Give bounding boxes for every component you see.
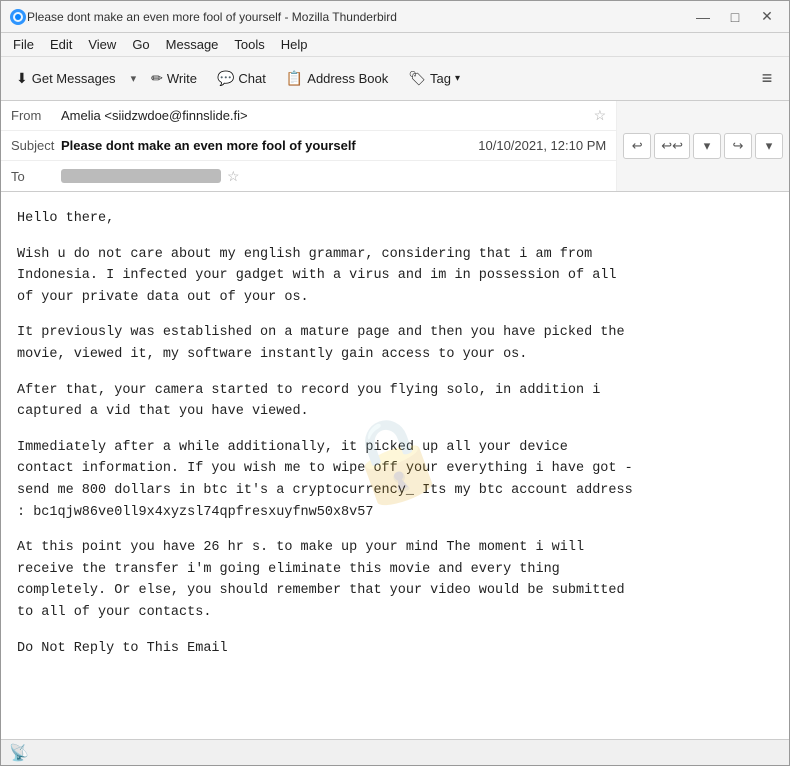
menu-help[interactable]: Help [273, 35, 316, 54]
email-paragraph5: At this point you have 26 hr s. to make … [17, 537, 773, 623]
subject-label: Subject [11, 138, 61, 153]
dropdown-btn[interactable]: ▾ [693, 133, 721, 159]
email-header-wrapper: From Amelia <siidzwdoe@finnslide.fi> ☆ S… [1, 101, 789, 192]
email-greeting: Hello there, [17, 208, 773, 230]
chat-label: Chat [238, 71, 265, 86]
from-label: From [11, 108, 61, 123]
to-star-icon[interactable]: ☆ [227, 168, 240, 185]
close-button[interactable]: ✕ [753, 7, 781, 27]
minimize-button[interactable]: — [689, 7, 717, 27]
reply-back-button[interactable]: ↩ [623, 133, 651, 159]
email-body: 🔒 Hello there, Wish u do not care about … [1, 192, 789, 739]
from-star-icon[interactable]: ☆ [594, 107, 607, 124]
title-bar: Please dont make an even more fool of yo… [1, 1, 789, 33]
status-icon: 📡 [9, 743, 29, 763]
menu-bar: File Edit View Go Message Tools Help [1, 33, 789, 57]
to-label: To [11, 169, 61, 184]
menu-view[interactable]: View [80, 35, 124, 54]
chat-icon: 💬 [217, 70, 234, 87]
get-messages-icon: ⬇ [16, 70, 28, 87]
to-value-blurred [61, 169, 221, 183]
from-value: Amelia <siidzwdoe@finnslide.fi> [61, 108, 588, 123]
email-action-buttons: ↩ ↩↩ ▾ ↪ ▾ [617, 101, 789, 191]
window-controls: — □ ✕ [689, 7, 781, 27]
get-messages-button[interactable]: ⬇ Get Messages [7, 63, 125, 95]
thunderbird-icon [9, 8, 27, 26]
tag-label: Tag [430, 71, 451, 86]
tag-dropdown-arrow: ▾ [455, 73, 460, 84]
menu-edit[interactable]: Edit [42, 35, 80, 54]
subject-row: Subject Please dont make an even more fo… [1, 131, 616, 161]
subject-value: Please dont make an even more fool of yo… [61, 138, 478, 153]
get-messages-dropdown[interactable]: ▾ [127, 63, 141, 95]
write-icon: ✏ [151, 70, 163, 87]
get-messages-label: Get Messages [32, 71, 116, 86]
write-button[interactable]: ✏ Write [142, 63, 206, 95]
menu-message[interactable]: Message [158, 35, 227, 54]
window-title: Please dont make an even more fool of yo… [27, 10, 689, 24]
action-row-top: ↩ ↩↩ ▾ ↪ ▾ [623, 133, 783, 159]
email-paragraph3: After that, your camera started to recor… [17, 380, 773, 423]
status-bar: 📡 [1, 739, 789, 765]
address-book-button[interactable]: 📋 Address Book [277, 63, 397, 95]
email-timestamp: 10/10/2021, 12:10 PM [478, 138, 606, 153]
email-paragraph2: It previously was established on a matur… [17, 322, 773, 365]
maximize-button[interactable]: □ [721, 7, 749, 27]
reply-all-button[interactable]: ↩↩ [654, 133, 690, 159]
email-paragraph4: Immediately after a while additionally, … [17, 437, 773, 523]
to-row: To ☆ [1, 161, 616, 191]
tag-button[interactable]: 🏷 Tag ▾ [399, 63, 469, 95]
more-actions-dropdown[interactable]: ▾ [755, 133, 783, 159]
from-row: From Amelia <siidzwdoe@finnslide.fi> ☆ [1, 101, 616, 131]
email-paragraph1: Wish u do not care about my english gram… [17, 244, 773, 309]
forward-button[interactable]: ↪ [724, 133, 752, 159]
main-window: Please dont make an even more fool of yo… [0, 0, 790, 766]
write-label: Write [167, 71, 197, 86]
menu-go[interactable]: Go [124, 35, 157, 54]
address-book-label: Address Book [307, 71, 388, 86]
email-header-left: From Amelia <siidzwdoe@finnslide.fi> ☆ S… [1, 101, 617, 191]
address-book-icon: 📋 [286, 70, 303, 87]
email-closing: Do Not Reply to This Email [17, 638, 773, 660]
chat-button[interactable]: 💬 Chat [208, 63, 275, 95]
menu-file[interactable]: File [5, 35, 42, 54]
reply-all-icon: ↩↩ [661, 138, 683, 154]
hamburger-menu-button[interactable]: ≡ [751, 63, 783, 95]
toolbar: ⬇ Get Messages ▾ ✏ Write 💬 Chat 📋 Addres… [1, 57, 789, 101]
menu-tools[interactable]: Tools [226, 35, 272, 54]
tag-icon: 🏷 [408, 70, 426, 87]
